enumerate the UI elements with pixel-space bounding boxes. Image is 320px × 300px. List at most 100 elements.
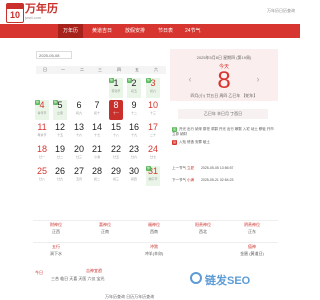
footer-text: 万年历查询 日历万年历查询	[105, 294, 155, 299]
next-day-arrow-icon[interactable]: ›	[254, 72, 262, 86]
day-number: 11	[37, 122, 47, 132]
day-detail-header: 2025年5月8日 星期四 (第19周) 今天 ‹ 8 › 四月(小) 廿五日 …	[170, 49, 278, 101]
calendar-day-cell[interactable]: 22 廿五	[109, 144, 123, 164]
lunar-day: 初十	[93, 111, 100, 115]
calendar-day-cell[interactable]: 17 二十	[146, 122, 160, 142]
lunar-day: 十五	[56, 133, 63, 137]
prev-jieqi-time: 2025-05-05 13:56:57	[200, 166, 234, 170]
info-yanggui: 阳贵神位 西北	[180, 222, 226, 244]
weekday-wed: 三	[98, 67, 102, 72]
calendar-day-cell[interactable]: 25 廿八	[35, 166, 49, 186]
info-grid: 财神位 正西 喜神位 正南 福神位 西南 阳贵神位 西北 阴贵神位 正东 五行 涧下水 冲煞…	[33, 220, 278, 266]
site-logo-domain: jwwl.com	[25, 15, 42, 20]
lunar-day: 十八	[112, 133, 119, 137]
lunar-day: 初二	[93, 177, 100, 181]
day-number: 22	[110, 144, 121, 154]
watermark-text: 链发SEO	[205, 275, 251, 287]
info-value: 正东	[248, 229, 256, 234]
info-value: 冲羊(辛卯)	[144, 251, 164, 256]
lunar-day: 廿六	[130, 155, 137, 159]
calendar-day-cell[interactable]: 13 十六	[72, 122, 86, 142]
weekday-mon: 一	[61, 67, 65, 72]
prev-jieqi-label: 上一节气	[172, 166, 186, 170]
calendar-day-cell[interactable]: 9 十二	[127, 100, 141, 120]
ji-badge: 忌	[172, 140, 177, 145]
calendar-day-cell[interactable]: 23 廿六	[127, 144, 141, 164]
calendar-day-cell[interactable]: 休 2 初五	[127, 78, 141, 98]
day-number: 14	[91, 122, 102, 132]
calendar-day-cell[interactable]: 12 十五	[53, 122, 67, 142]
calendar-day-cell[interactable]: 15 十八	[109, 122, 123, 142]
site-logo-name[interactable]: 万年历	[25, 3, 58, 15]
calendar-day-cell[interactable]: 休 3 初六	[146, 78, 160, 98]
lunar-day: 五月	[75, 177, 82, 181]
day-number: 6	[76, 100, 82, 110]
watermark-logo-icon	[190, 272, 202, 284]
weekday-sun: 日	[43, 67, 47, 72]
holiday-tag: 休	[127, 78, 132, 83]
calendar-day-cell[interactable]: 16 十九	[127, 122, 141, 142]
ji-text: 入殓 修造 安葬 破土	[179, 140, 210, 144]
lunar-day: 青年节	[37, 111, 47, 115]
calendar-day-cell[interactable]: 7 初十	[90, 100, 104, 120]
nav-item-huangdao[interactable]: 黄道吉日	[87, 24, 117, 38]
grid-divider	[33, 220, 278, 221]
day-number: 24	[147, 144, 158, 154]
calendar-day-cell[interactable]: 29 初三	[109, 166, 123, 186]
lunar-day: 二十	[149, 133, 156, 137]
holiday-tag: 休	[53, 100, 58, 105]
calendar-day-cell[interactable]: 8 十一	[109, 100, 123, 120]
calendar-day-cell[interactable]: 30 初四	[127, 166, 141, 186]
lunar-day: 廿一	[38, 155, 45, 159]
calendar-day-cell[interactable]: 14 十七	[90, 122, 104, 142]
lunar-day: 立夏	[56, 111, 63, 115]
date-picker-input[interactable]: 2025-05-08	[36, 51, 72, 59]
day-number: 23	[128, 144, 139, 154]
info-value: 正西	[52, 229, 60, 234]
calendar-logo-icon[interactable]: 10	[6, 3, 24, 23]
calendar-day-cell[interactable]: 28 初二	[90, 166, 104, 186]
nav-item-wannianli[interactable]: 万年历	[58, 24, 84, 38]
detail-ganzhi: 四月(小) 廿五日 周四 乙巳年 【蛇年】	[190, 93, 258, 98]
calendar-day-cell[interactable]: 26 廿九	[53, 166, 67, 186]
lunar-day: 初九	[75, 111, 82, 115]
day-number: 27	[73, 166, 84, 176]
nav-item-jieqi[interactable]: 24节气	[180, 24, 206, 38]
weekday-thu: 四	[117, 67, 121, 72]
lunar-day: 廿八	[38, 177, 45, 181]
weekday-header: 日 一 二 三 四 五 六	[36, 66, 166, 74]
calendar-day-cell[interactable]: 20 廿三	[72, 144, 86, 164]
lunar-day: 初五	[130, 89, 137, 93]
detail-ganzhi-box: 乙巳年 辛巳月 丁酉日	[178, 109, 268, 119]
calendar-day-cell[interactable]: 11 母亲节	[35, 122, 49, 142]
lunar-day: 初四	[130, 177, 137, 181]
calendar-day-cell[interactable]: 27 五月	[72, 166, 86, 186]
lunar-day: 十三	[149, 111, 156, 115]
info-xishen: 喜神位 正南	[82, 222, 128, 244]
next-jieqi[interactable]: 下一节气 小满 2025-05-21 02:54:23	[172, 178, 233, 183]
calendar-day-cell[interactable]: 10 十三	[146, 100, 160, 120]
day-number: 20	[73, 144, 84, 154]
calendar-day-cell[interactable]: 21 小满	[90, 144, 104, 164]
calendar-day-cell[interactable]: 18 廿一	[35, 144, 49, 164]
info-fushen: 福神位 西南	[131, 222, 177, 244]
info-chongsha: 冲煞 冲羊(辛卯)	[131, 244, 177, 266]
calendar-day-cell[interactable]: 休 5 立夏	[53, 100, 67, 120]
calendar-day-cell[interactable]: 休 4 青年节	[35, 100, 49, 120]
weekday-sat: 六	[154, 67, 158, 72]
holiday-tag: 休	[146, 166, 151, 171]
day-number: 12	[54, 122, 65, 132]
next-jieqi-time: 2025-05-21 02:54:23	[200, 178, 234, 182]
nav-item-festivals[interactable]: 节日表	[153, 24, 178, 38]
calendar-day-cell[interactable]: 休 31 端午节	[146, 166, 160, 186]
prev-jieqi[interactable]: 上一节气 立夏 2025-05-05 13:56:57	[172, 166, 233, 171]
calendar-day-cell[interactable]: 24 廿七	[146, 144, 160, 164]
day-number: 15	[110, 122, 121, 132]
calendar-day-cell[interactable]: 6 初九	[72, 100, 86, 120]
nav-item-holiday[interactable]: 放假安排	[120, 24, 150, 38]
bottom-side-label: 今日	[35, 270, 43, 275]
day-number: 17	[147, 122, 158, 132]
calendar-day-cell[interactable]: 休 1 劳动节	[109, 78, 123, 98]
calendar-day-cell[interactable]: 19 廿二	[53, 144, 67, 164]
next-jieqi-name: 小满	[186, 178, 194, 182]
